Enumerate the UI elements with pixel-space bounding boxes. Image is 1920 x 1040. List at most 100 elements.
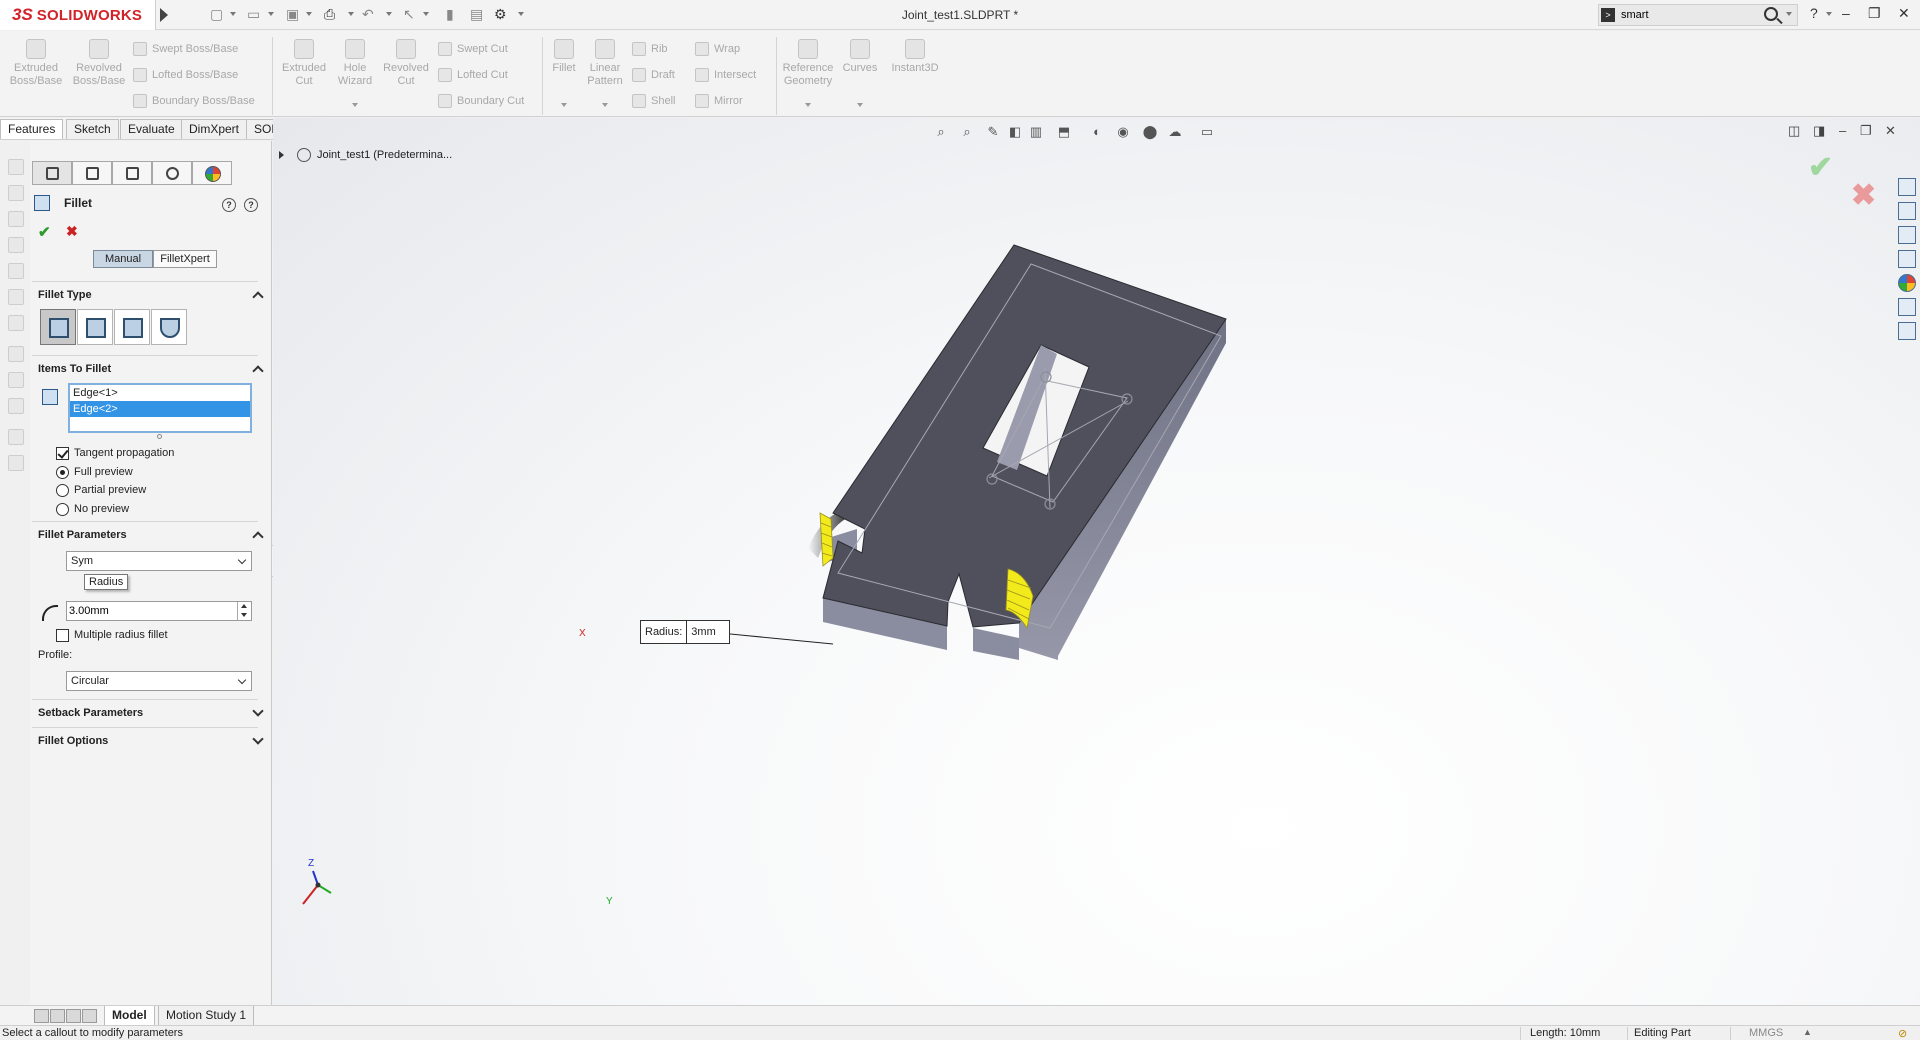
design-library-icon[interactable] (1898, 202, 1916, 220)
confirm-corner-cancel-icon[interactable]: ✖ (1851, 178, 1876, 213)
appearances-scenes-icon[interactable] (1898, 274, 1916, 292)
split-view-right-icon[interactable]: ◨ (1813, 123, 1825, 139)
confirm-corner-ok-icon[interactable]: ✔ (1808, 150, 1833, 185)
split-view-left-icon[interactable]: ◫ (1788, 123, 1800, 139)
swept-cut-button[interactable]: Swept Cut (438, 41, 508, 57)
view-palette-icon[interactable] (1898, 250, 1916, 268)
collapse-chevron-icon[interactable] (252, 291, 264, 303)
spin-down-icon[interactable] (241, 613, 247, 617)
display-style-icon[interactable]: ◐ (1088, 124, 1106, 140)
part-front-face-right[interactable] (973, 628, 1019, 660)
tab-display-manager[interactable] (192, 161, 232, 185)
partial-preview-radio[interactable] (56, 484, 69, 497)
tab-property-manager[interactable] (72, 161, 112, 185)
hole-wizard-button[interactable]: Hole Wizard (331, 39, 379, 88)
radius-callout[interactable]: Radius: 3mm (640, 620, 731, 644)
whats-wrong-help-icon[interactable]: ? (222, 198, 236, 212)
first-tab-nav-icon[interactable] (34, 1009, 49, 1023)
fillet-dropdown-icon[interactable] (561, 103, 567, 107)
file-properties-icon[interactable]: ▤ (470, 6, 483, 24)
edges-selection-list[interactable]: Edge<1> Edge<2> (68, 383, 252, 433)
revolved-cut-button[interactable]: Revolved Cut (380, 39, 432, 88)
view-settings-icon[interactable]: ▭ (1198, 124, 1216, 140)
undo-dropdown-icon[interactable] (386, 12, 392, 16)
rebuild-status-icon[interactable]: ⊘ (1898, 1027, 1907, 1040)
full-round-fillet-button[interactable] (151, 309, 187, 345)
tab-sketch[interactable]: Sketch (66, 119, 119, 139)
intersect-button[interactable]: Intersect (695, 67, 756, 83)
tab-motion-study-1[interactable]: Motion Study 1 (158, 1006, 255, 1026)
save-dropdown-icon[interactable] (306, 12, 312, 16)
strip-section-icon[interactable] (8, 455, 24, 471)
tab-features[interactable]: Features (0, 119, 64, 139)
hide-show-items-icon[interactable]: ◉ (1114, 124, 1132, 140)
strip-hole-icon[interactable] (8, 289, 24, 305)
new-document-icon[interactable]: ▢ (210, 6, 223, 24)
fillet-parameters-group-title[interactable]: Fillet Parameters (38, 529, 127, 541)
tangent-propagation-checkbox[interactable] (56, 447, 69, 460)
list-item[interactable]: Edge<1> (70, 385, 250, 401)
tab-model[interactable]: Model (104, 1006, 155, 1026)
strip-sketch-icon[interactable] (8, 346, 24, 362)
strip-sweep-icon[interactable] (8, 211, 24, 227)
items-to-fillet-group-title[interactable]: Items To Fillet (38, 363, 111, 375)
view-orientation-icon[interactable]: ⬒ (1055, 124, 1073, 140)
strip-shell-icon[interactable] (8, 315, 24, 331)
draft-button[interactable]: Draft (632, 67, 675, 83)
part-model-render[interactable] (273, 118, 1920, 1005)
mirror-button[interactable]: Mirror (695, 93, 743, 109)
help-icon[interactable]: ? (244, 198, 258, 212)
strip-plane-icon[interactable] (8, 398, 24, 414)
wrap-button[interactable]: Wrap (695, 41, 740, 57)
ok-check-icon[interactable]: ✔ (38, 223, 51, 241)
radius-input[interactable] (69, 604, 229, 618)
new-dropdown-icon[interactable] (230, 12, 236, 16)
revolved-boss-button[interactable]: Revolved Boss/Base (70, 39, 128, 88)
strip-line-icon[interactable] (8, 372, 24, 388)
radius-field[interactable] (66, 601, 252, 621)
setback-parameters-group-title[interactable]: Setback Parameters (38, 707, 143, 719)
expand-chevron-icon[interactable] (252, 733, 264, 745)
unit-system-dropdown-icon[interactable]: ▲ (1803, 1027, 1812, 1037)
list-resize-handle[interactable] (157, 434, 162, 439)
curves-button[interactable]: Curves (840, 39, 880, 75)
expand-chevron-icon[interactable] (252, 705, 264, 717)
save-icon[interactable]: ▣ (286, 6, 299, 24)
viewport-minimize-icon[interactable]: – (1839, 123, 1846, 138)
next-tab-nav-icon[interactable] (66, 1009, 81, 1023)
minimize-icon[interactable]: – (1842, 5, 1850, 21)
linear-pattern-dropdown-icon[interactable] (602, 103, 608, 107)
solidworks-logo[interactable]: 3S SOLIDWORKS (0, 0, 156, 30)
swept-boss-button[interactable]: Swept Boss/Base (133, 41, 238, 57)
expand-caret-icon[interactable] (279, 151, 284, 159)
help-dropdown-icon[interactable] (1826, 12, 1832, 16)
collapse-chevron-icon[interactable] (252, 365, 264, 377)
viewport-restore-icon[interactable]: ❐ (1860, 123, 1872, 139)
boundary-cut-button[interactable]: Boundary Cut (438, 93, 524, 109)
reference-geometry-button[interactable]: Reference Geometry (780, 39, 836, 88)
face-fillet-button[interactable] (114, 309, 150, 345)
graphics-area[interactable]: Joint_test1 (Predetermina... X Y Z Radiu… (273, 118, 1920, 1005)
solidworks-resources-icon[interactable] (1898, 178, 1916, 196)
fillet-type-group-title[interactable]: Fillet Type (38, 289, 92, 301)
multiple-radius-checkbox[interactable] (56, 629, 69, 642)
extruded-cut-button[interactable]: Extruded Cut (278, 39, 330, 88)
profile-dropdown[interactable]: Circular (66, 671, 252, 691)
apply-scene-icon[interactable]: ☁ (1166, 124, 1184, 140)
custom-properties-icon[interactable] (1898, 298, 1916, 316)
fillet-preview-edge-1[interactable] (819, 512, 834, 567)
curves-dropdown-icon[interactable] (857, 103, 863, 107)
options-dropdown-icon[interactable] (518, 12, 524, 16)
print-icon[interactable]: ⎙ (324, 6, 335, 24)
open-folder-icon[interactable]: ▭ (247, 6, 260, 24)
list-item[interactable]: Edge<2> (70, 401, 250, 417)
menu-flyout-arrow-icon[interactable] (160, 8, 168, 22)
dynamic-annotation-icon[interactable]: ▥ (1027, 124, 1045, 140)
open-dropdown-icon[interactable] (268, 12, 274, 16)
tab-dimxpert[interactable]: DimXpert (181, 119, 248, 139)
radius-spinner[interactable] (237, 602, 251, 620)
tab-configuration-manager[interactable] (112, 161, 152, 185)
options-gear-icon[interactable]: ⚙ (494, 6, 507, 24)
tab-feature-manager[interactable] (32, 161, 72, 185)
variable-size-fillet-button[interactable] (77, 309, 113, 345)
